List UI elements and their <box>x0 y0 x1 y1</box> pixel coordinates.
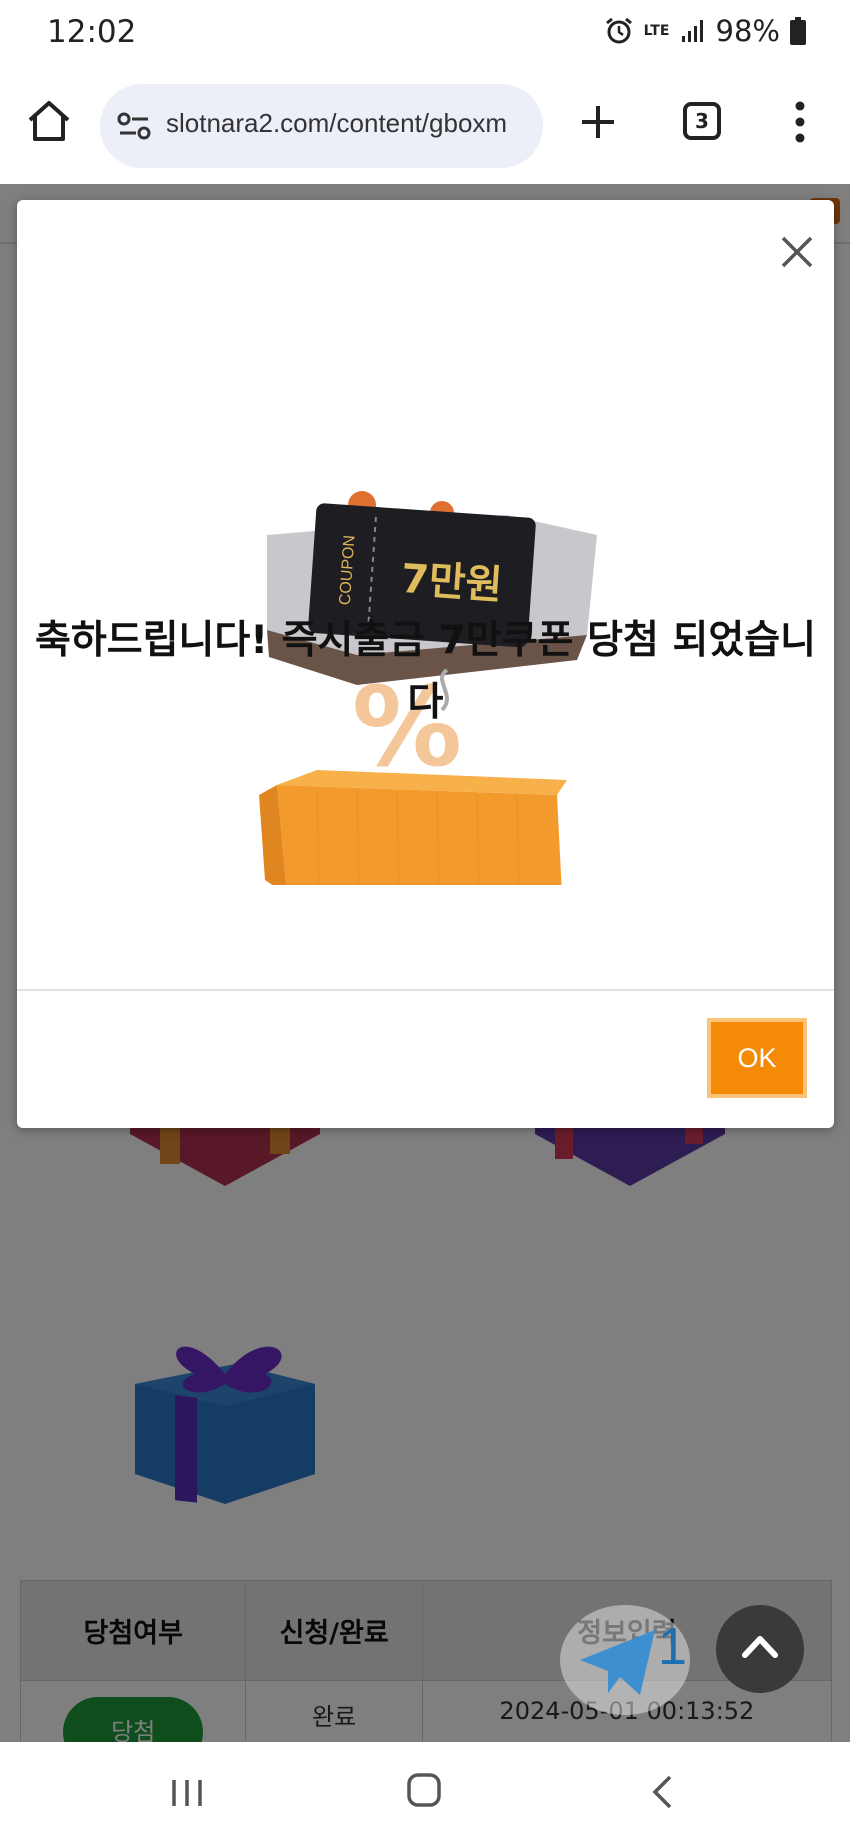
more-menu-icon[interactable] <box>793 100 807 144</box>
telegram-float-button[interactable]: 1 <box>560 1605 710 1715</box>
home-icon[interactable] <box>26 98 72 144</box>
ok-button[interactable]: OK <box>707 1018 807 1098</box>
nav-home-icon[interactable] <box>406 1772 442 1808</box>
status-time: 12:02 <box>47 14 137 50</box>
browser-toolbar: slotnara2.com/content/gboxm 3 <box>0 68 850 184</box>
telegram-badge-count: 1 <box>658 1618 687 1676</box>
alarm-icon <box>605 17 632 44</box>
site-settings-icon[interactable] <box>116 108 152 144</box>
status-icons: LTE 98% <box>604 14 806 48</box>
tab-switcher-button[interactable]: 3 <box>683 102 721 140</box>
close-icon[interactable] <box>779 234 815 270</box>
status-bar: 12:02 LTE 98% <box>0 0 850 68</box>
signal-icon <box>681 20 703 42</box>
prize-message: 축하드립니다! 즉시출금 7만쿠폰 당첨 되었습니다 <box>35 618 816 725</box>
url-text[interactable]: slotnara2.com/content/gboxm <box>166 108 507 139</box>
modal-divider <box>17 989 834 991</box>
back-icon[interactable] <box>650 1774 674 1810</box>
address-bar[interactable]: slotnara2.com/content/gboxm <box>100 84 543 168</box>
new-tab-plus-icon[interactable] <box>578 102 618 142</box>
chevron-up-icon <box>742 1636 778 1658</box>
system-nav-bar <box>0 1742 850 1842</box>
prize-modal: COUPON 7만원 % 축하드립니다! 즉시출금 7만쿠폰 당첨 되었습니다 … <box>17 200 834 1128</box>
coupon-value: 7만원 <box>399 556 503 609</box>
telegram-icon <box>560 1605 690 1715</box>
battery-icon <box>790 17 806 45</box>
battery-percent: 98% <box>715 14 780 48</box>
recents-icon[interactable] <box>170 1776 204 1810</box>
lte-icon: LTE <box>643 23 670 39</box>
scroll-to-top-button[interactable] <box>716 1605 804 1693</box>
